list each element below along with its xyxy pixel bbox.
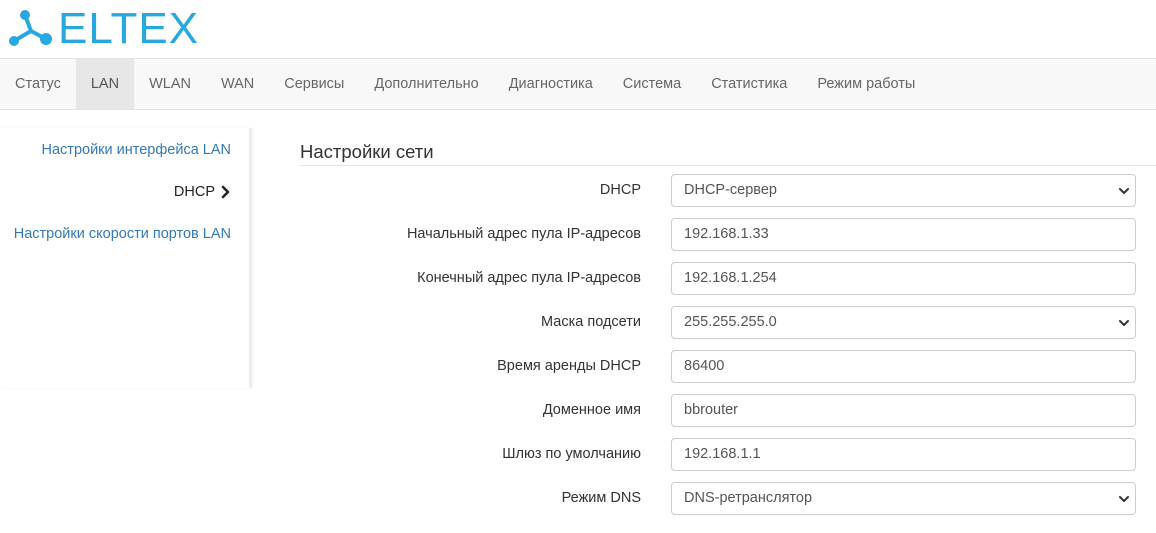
sidebar-item-label: DHCP: [173, 184, 215, 200]
pool-start-label: Начальный адрес пула IP-адресов: [406, 226, 641, 242]
eltex-logo[interactable]: ELTEX: [8, 4, 200, 53]
logo-text: ELTEX: [58, 4, 200, 53]
domain-name-label: Доменное имя: [542, 402, 641, 418]
chevron-down-icon: [1119, 320, 1129, 326]
tab-status[interactable]: Статус: [0, 59, 76, 109]
pool-end-label: Конечный адрес пула IP-адресов: [417, 270, 641, 286]
lease-time-label: Время аренды DHCP: [497, 358, 641, 374]
sidebar-item-dhcp[interactable]: DHCP: [174, 184, 231, 200]
tab-diagnostics[interactable]: Диагностика: [494, 59, 608, 109]
chevron-right-icon: [221, 185, 230, 199]
tab-lan[interactable]: LAN: [75, 59, 135, 109]
dhcp-label: DHCP: [599, 182, 641, 198]
default-gateway-input[interactable]: 192.168.1.1: [671, 438, 1136, 471]
dns-mode-select[interactable]: DNS-ретранслятор: [671, 482, 1136, 515]
top-nav: Статус LAN WLAN WAN Сервисы Дополнительн…: [0, 58, 1156, 110]
subnet-mask-select[interactable]: 255.255.255.0: [671, 306, 1136, 339]
tab-statistics[interactable]: Статистика: [696, 59, 802, 109]
tab-wan[interactable]: WAN: [206, 59, 269, 109]
sidebar: Настройки интерфейса LAN DHCP Настройки …: [0, 128, 252, 388]
chevron-down-icon: [1119, 496, 1129, 502]
sidebar-item-lan-port-speed[interactable]: Настройки скорости портов LAN: [14, 226, 231, 242]
header: ELTEX: [0, 0, 1156, 58]
subnet-mask-label: Маска подсети: [541, 314, 641, 330]
tab-services[interactable]: Сервисы: [269, 59, 359, 109]
pool-start-input[interactable]: 192.168.1.33: [671, 218, 1136, 251]
page-title: Настройки сети: [300, 141, 434, 162]
tab-system[interactable]: Система: [608, 59, 696, 109]
domain-name-input[interactable]: bbrouter: [671, 394, 1136, 427]
title-divider: [300, 165, 1156, 166]
tab-wlan[interactable]: WLAN: [134, 59, 206, 109]
eltex-network-icon: [9, 10, 52, 46]
sidebar-item-lan-interface[interactable]: Настройки интерфейса LAN: [42, 142, 231, 158]
dhcp-mode-value: DHCP-сервер: [684, 182, 777, 198]
tab-advanced[interactable]: Дополнительно: [359, 59, 493, 109]
pool-end-input[interactable]: 192.168.1.254: [671, 262, 1136, 295]
dns-mode-value: DNS-ретранслятор: [684, 490, 813, 506]
tab-operation-mode[interactable]: Режим работы: [802, 59, 930, 109]
dhcp-mode-select[interactable]: DHCP-сервер: [671, 174, 1136, 207]
subnet-mask-value: 255.255.255.0: [684, 314, 777, 330]
dns-mode-label: Режим DNS: [561, 490, 641, 506]
lease-time-input[interactable]: 86400: [671, 350, 1136, 383]
default-gateway-label: Шлюз по умолчанию: [502, 446, 641, 462]
chevron-down-icon: [1119, 188, 1129, 194]
